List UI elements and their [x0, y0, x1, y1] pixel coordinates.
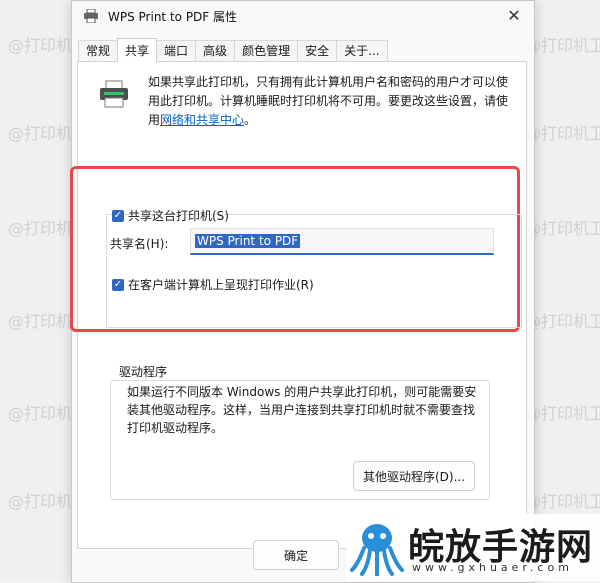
share-name-input[interactable]: WPS Print to PDF: [190, 228, 494, 255]
network-sharing-center-link[interactable]: 网络和共享中心: [160, 113, 244, 127]
share-printer-checkbox[interactable]: ✓ 共享这台打印机(S): [112, 207, 229, 224]
checkbox-checked-icon: ✓: [112, 209, 124, 222]
octopus-logo-icon: [350, 524, 404, 576]
tab-general[interactable]: 常规: [78, 40, 119, 62]
tab-strip: 常规 共享 端口 高级 颜色管理 安全 关于...: [78, 38, 388, 62]
tab-advanced[interactable]: 高级: [195, 40, 236, 62]
window-title: WPS Print to PDF 属性: [108, 10, 238, 24]
checkbox-checked-icon: ✓: [112, 278, 124, 291]
share-name-label: 共享名(H):: [110, 237, 169, 251]
ok-button[interactable]: 确定: [253, 540, 339, 570]
printer-icon: [100, 80, 128, 108]
drivers-group-title: 驱动程序: [117, 363, 170, 380]
tab-about[interactable]: 关于...: [336, 40, 388, 62]
sharing-info-text: 如果共享此打印机，只有拥有此计算机用户名和密码的用户才可以使用此打印机。计算机睡…: [148, 75, 509, 127]
drivers-description: 如果运行不同版本 Windows 的用户共享此打印机，则可能需要安装其他驱动程序…: [127, 385, 477, 435]
printer-icon: [84, 9, 98, 23]
title-bar: WPS Print to PDF 属性 ✕: [72, 1, 534, 31]
logo-url: www.gxhuaer.com: [412, 561, 573, 574]
tab-security[interactable]: 安全: [297, 40, 338, 62]
close-icon: ✕: [507, 5, 521, 25]
close-button[interactable]: ✕: [500, 4, 528, 26]
tab-color-management[interactable]: 颜色管理: [234, 40, 299, 62]
site-logo: 皖放手游网 www.gxhuaer.com: [346, 514, 600, 581]
tab-ports[interactable]: 端口: [156, 40, 197, 62]
render-jobs-checkbox[interactable]: ✓ 在客户端计算机上呈现打印作业(R): [112, 276, 314, 293]
additional-drivers-button[interactable]: 其他驱动程序(D)...: [353, 461, 475, 491]
tab-sharing[interactable]: 共享: [117, 38, 158, 62]
